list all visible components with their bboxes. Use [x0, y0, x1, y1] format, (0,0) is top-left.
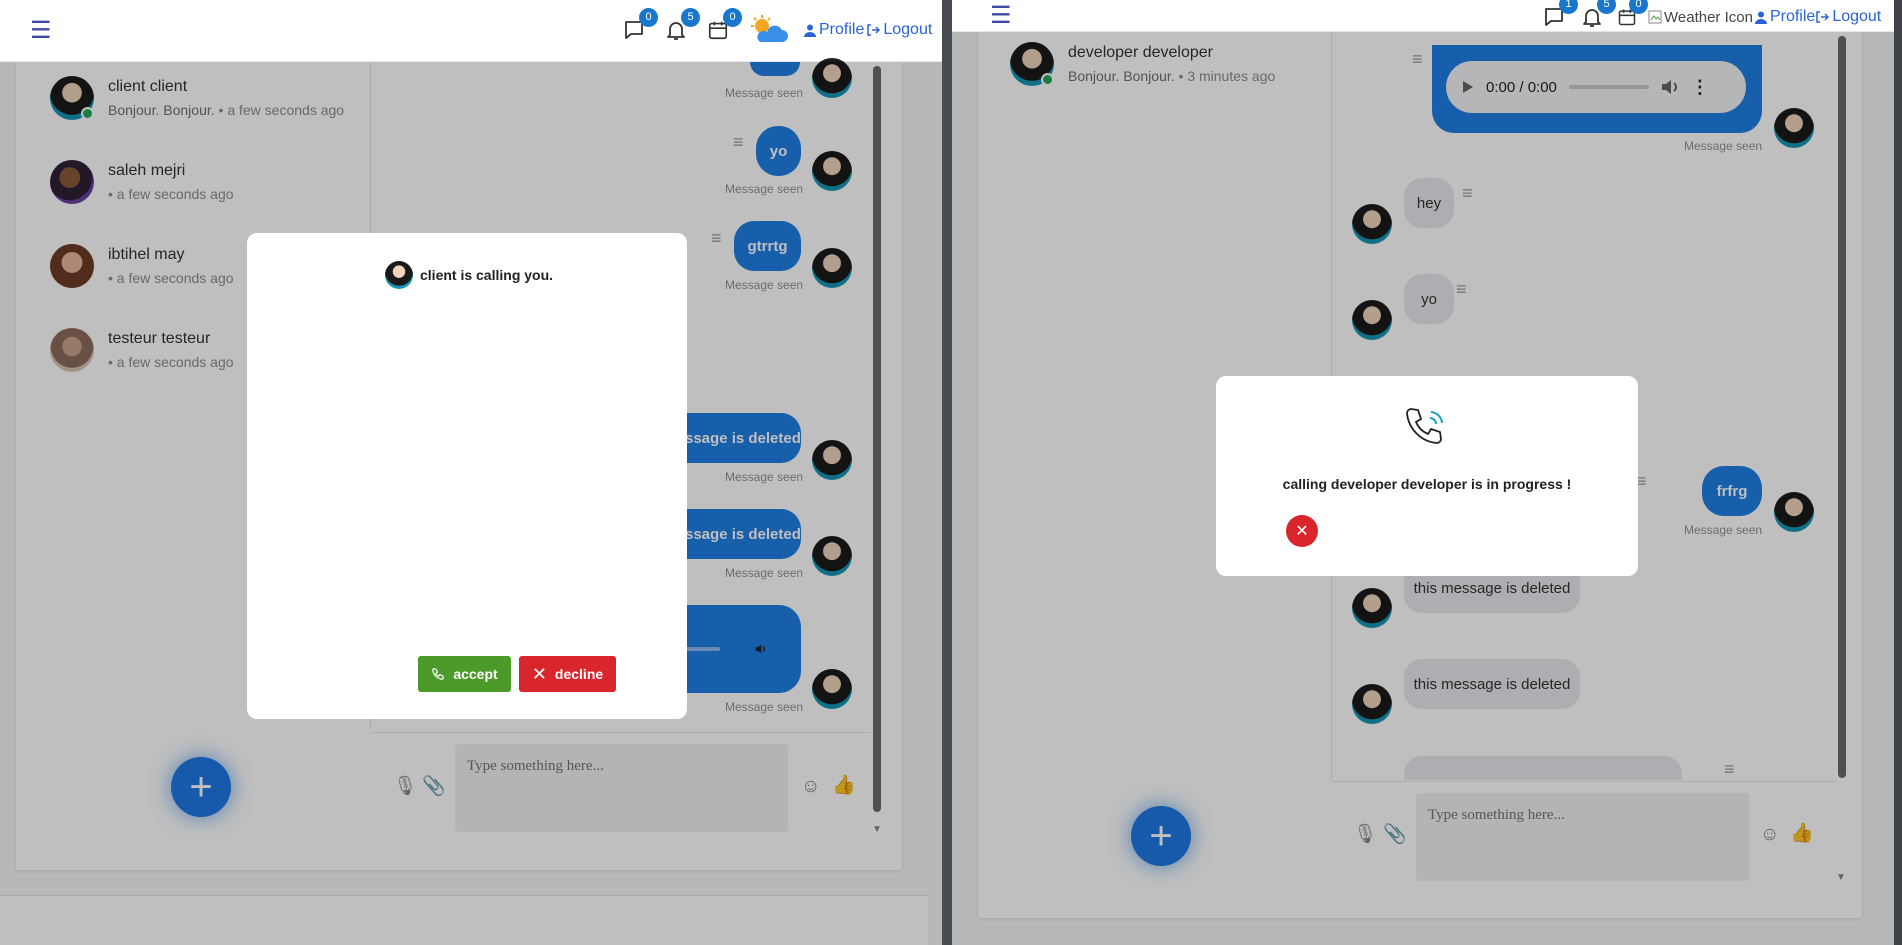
hamburger-menu-icon[interactable]: ☰	[30, 19, 52, 43]
top-navbar: ☰ 0 5 0 Profile Logout	[0, 0, 942, 62]
logout-label: Logout	[1832, 8, 1882, 25]
weather-widget[interactable]	[746, 15, 790, 44]
phone-calling-icon	[1406, 408, 1443, 444]
logout-link[interactable]: Logout	[1815, 8, 1881, 26]
weather-alt-text: Weather Icon	[1664, 8, 1753, 26]
incoming-call-modal: client is calling you. accept ✕ decline	[247, 233, 687, 719]
calendar-badge: 0	[1629, 0, 1648, 14]
notifications-button[interactable]: 5	[662, 8, 700, 44]
profile-link[interactable]: Profile	[804, 21, 864, 39]
profile-label: Profile	[819, 21, 865, 38]
broken-image-icon	[1648, 10, 1662, 24]
user-icon	[804, 24, 816, 37]
messages-badge: 1	[1559, 0, 1578, 14]
weather-sun-cloud-icon	[751, 15, 788, 42]
incoming-call-text: client is calling you.	[420, 267, 554, 283]
logout-label: Logout	[883, 21, 933, 38]
nav-icons: 0 5 0 Profile Logout	[620, 8, 932, 44]
logout-icon	[1816, 11, 1830, 23]
logout-icon	[867, 24, 881, 36]
calling-status-text: calling developer developer is in progre…	[1282, 476, 1572, 492]
logout-link[interactable]: Logout	[866, 21, 932, 39]
calendar-badge: 0	[723, 8, 742, 27]
caller-avatar	[385, 261, 413, 289]
accept-call-button[interactable]: accept	[418, 656, 511, 692]
caller-info: client is calling you.	[385, 261, 553, 289]
profile-link[interactable]: Profile	[1754, 8, 1816, 26]
messages-button[interactable]: 1	[1540, 0, 1578, 31]
notifications-badge: 5	[1597, 0, 1616, 14]
calendar-button[interactable]: 0	[704, 8, 742, 44]
calendar-button[interactable]: 0	[1616, 0, 1648, 31]
window-divider	[942, 0, 952, 945]
notifications-badge: 5	[681, 8, 700, 27]
accept-label: accept	[453, 666, 498, 682]
close-icon: ✕	[1295, 523, 1309, 540]
user-icon	[1754, 11, 1767, 24]
decline-label: decline	[554, 666, 604, 682]
right-edge	[1894, 0, 1902, 945]
close-icon: ✕	[531, 663, 547, 684]
outgoing-call-modal: calling developer developer is in progre…	[1216, 376, 1638, 576]
profile-label: Profile	[1769, 8, 1816, 25]
top-navbar: ☰ 1 5 0 Weather Icon Profile Logout	[952, 0, 1902, 32]
phone-icon	[432, 668, 445, 680]
notifications-button[interactable]: 5	[1578, 0, 1616, 31]
right-browser-pane: ☰ 1 5 0 Weather Icon Profile Logout deve…	[952, 0, 1902, 945]
messages-badge: 0	[639, 8, 658, 27]
weather-widget[interactable]: Weather Icon	[1648, 9, 1753, 26]
nav-icons: 1 5 0 Weather Icon Profile Logout	[1540, 0, 1881, 31]
end-call-button[interactable]: ✕	[1286, 515, 1318, 547]
left-browser-pane: ☰ 0 5 0 Profile Logout client client Bon…	[0, 0, 942, 945]
messages-button[interactable]: 0	[620, 8, 658, 44]
decline-call-button[interactable]: ✕ decline	[519, 656, 616, 692]
hamburger-menu-icon[interactable]: ☰	[990, 4, 1012, 28]
